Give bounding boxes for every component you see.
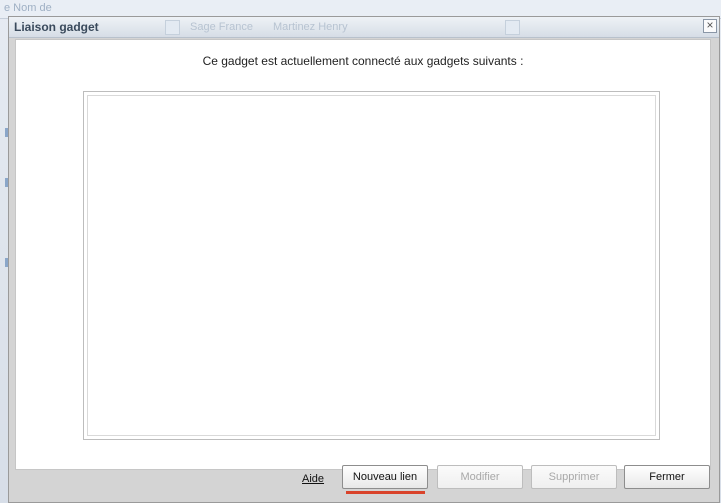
- dialog-button-bar: Aide Nouveau lien Modifier Supprimer Fer…: [9, 455, 719, 494]
- background-contact-text: Martinez Henry: [273, 21, 348, 33]
- background-row-label: e Nom de: [4, 2, 52, 14]
- background-company-text: Sage France: [190, 21, 253, 33]
- dialog-content-panel: Ce gadget est actuellement connecté aux …: [15, 39, 711, 470]
- dialog-titlebar[interactable]: Liaison gadget Sage France Martinez Henr…: [9, 17, 719, 38]
- delete-button[interactable]: Supprimer: [531, 465, 617, 489]
- liaison-gadget-dialog: Liaison gadget Sage France Martinez Henr…: [8, 16, 720, 503]
- close-button[interactable]: Fermer: [624, 465, 710, 489]
- highlight-underline: [346, 491, 425, 494]
- help-link[interactable]: Aide: [302, 473, 324, 485]
- close-icon[interactable]: ×: [703, 19, 717, 33]
- connected-gadgets-list-inner: [87, 95, 656, 436]
- dialog-heading: Ce gadget est actuellement connecté aux …: [202, 54, 524, 68]
- new-link-button[interactable]: Nouveau lien: [342, 465, 428, 489]
- background-cell-icon: [505, 20, 520, 35]
- connected-gadgets-list[interactable]: [83, 91, 660, 440]
- modify-button[interactable]: Modifier: [437, 465, 523, 489]
- background-grid-icon: [165, 20, 180, 35]
- dialog-title: Liaison gadget: [14, 20, 99, 34]
